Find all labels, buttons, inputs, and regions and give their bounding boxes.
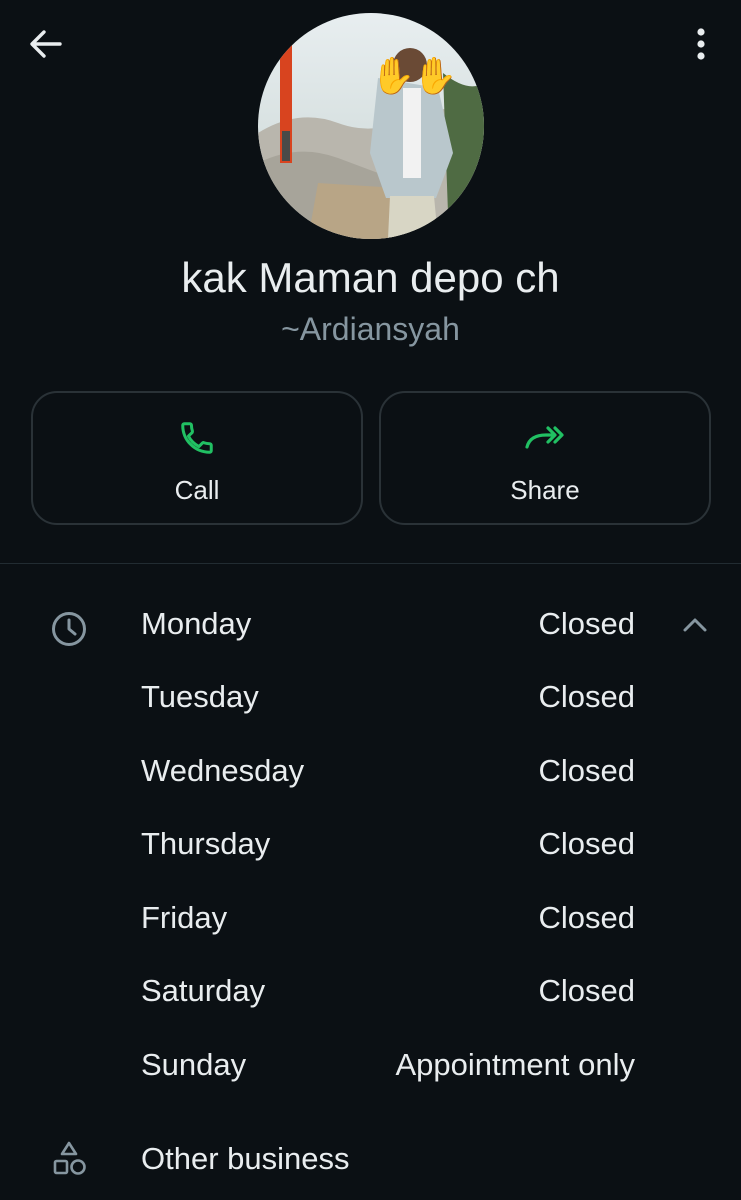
hours-row-thursday: Thursday Closed [0, 810, 741, 883]
other-business-label: Other business [141, 1141, 350, 1176]
hours-status: Closed [538, 753, 636, 788]
share-label: Share [510, 475, 580, 505]
day-label: Sunday [141, 1047, 247, 1082]
day-label: Friday [141, 900, 228, 935]
hours-row-friday: Friday Closed [0, 884, 741, 957]
contact-name: kak Maman depo ch [181, 254, 560, 301]
share-button[interactable]: Share [379, 391, 711, 525]
other-business-item[interactable]: Other business [0, 1130, 741, 1190]
contact-pushname: ~Ardiansyah [281, 311, 460, 347]
day-label: Wednesday [141, 753, 305, 788]
hours-status: Closed [538, 679, 636, 714]
call-button[interactable]: Call [31, 391, 363, 525]
back-button[interactable] [22, 22, 70, 66]
day-label: Thursday [141, 826, 271, 861]
hours-status: Closed [538, 973, 636, 1008]
profile-photo-image: ✋ ✋ [258, 13, 484, 239]
day-label: Tuesday [141, 679, 259, 714]
hours-row-wednesday: Wednesday Closed [0, 737, 741, 810]
arrow-left-icon [30, 30, 62, 58]
day-label: Saturday [141, 973, 266, 1008]
more-options-button[interactable] [681, 22, 721, 66]
svg-text:✋: ✋ [371, 55, 416, 96]
hours-status: Closed [538, 606, 636, 641]
hours-row-saturday: Saturday Closed [0, 957, 741, 1030]
business-info-screen: ✋ ✋ kak Maman depo ch ~Ardiansyah Call S… [0, 0, 741, 1200]
section-divider [0, 563, 741, 564]
share-forward-icon [524, 417, 566, 459]
svg-text:✋: ✋ [413, 55, 458, 96]
more-vertical-icon [697, 28, 705, 60]
hours-status: Appointment only [395, 1047, 635, 1082]
hours-status: Closed [538, 826, 636, 861]
hours-row-monday: Monday Closed [0, 590, 741, 663]
hours-row-tuesday: Tuesday Closed [0, 663, 741, 736]
hours-row-sunday: Sunday Appointment only [0, 1031, 741, 1104]
profile-photo[interactable]: ✋ ✋ [258, 13, 484, 239]
day-label: Monday [141, 606, 252, 641]
shapes-icon [50, 1140, 88, 1183]
phone-icon [178, 417, 216, 459]
hours-status: Closed [538, 900, 636, 935]
call-label: Call [174, 475, 220, 505]
